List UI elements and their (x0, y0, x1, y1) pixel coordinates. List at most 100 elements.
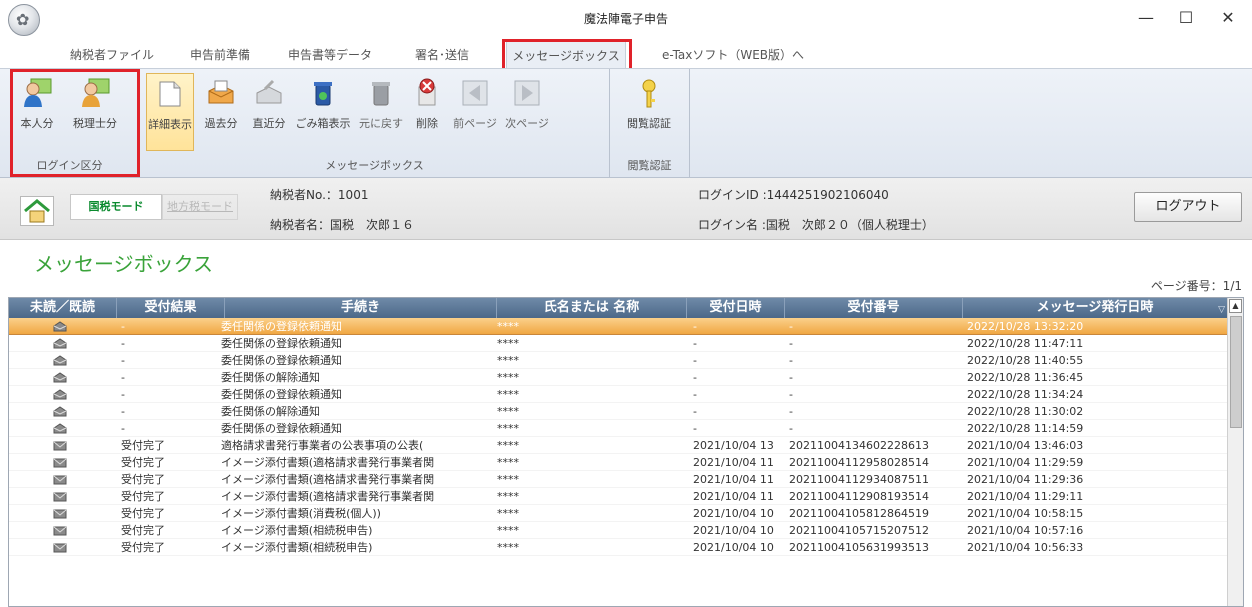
tab-return-data[interactable]: 申告書等データ (280, 44, 380, 66)
col-name[interactable]: 氏名または 名称 (497, 298, 687, 318)
table-row[interactable]: - 委任関係の登録依頼通知 **** - - 2022/10/28 13:32:20 (9, 318, 1227, 335)
arrow-right-icon (514, 80, 540, 106)
next-page-button[interactable]: 次ページ (502, 73, 552, 151)
table-row[interactable]: 受付完了 イメージ添付書類(適格請求書発行事業者関 **** 2021/10/04 1… (9, 471, 1227, 488)
national-tax-mode-button[interactable]: 国税モード (70, 194, 162, 220)
taxpayer-name: 納税者名：国税 次郎１６ (270, 218, 415, 232)
cell-date: 2021/10/04 13 (693, 439, 774, 452)
col-receipt-number[interactable]: 受付番号 (785, 298, 963, 318)
cell-issued: 2022/10/28 11:30:02 (967, 405, 1084, 418)
cell-date: - (693, 337, 697, 350)
inbox-recent-icon (256, 79, 282, 104)
login-name: ログイン名 :国税 次郎２０（個人税理士） (698, 218, 934, 232)
col-received-date[interactable]: 受付日時 (687, 298, 785, 318)
restore-label: 元に戻す (359, 117, 403, 130)
next-page-label: 次ページ (505, 117, 549, 130)
cell-date: 2021/10/04 10 (693, 541, 774, 554)
table-row[interactable]: 受付完了 イメージ添付書類(適格請求書発行事業者関 **** 2021/10/04 1… (9, 488, 1227, 505)
closed-envelope-icon (53, 458, 67, 468)
col-procedure[interactable]: 手続き (225, 298, 497, 318)
closed-envelope-icon (53, 492, 67, 502)
cell-procedure: イメージ添付書類(消費税(個人)) (221, 507, 381, 520)
close-button[interactable]: ✕ (1208, 6, 1248, 30)
cell-number: 20211004105812864519 (789, 507, 929, 520)
cell-status: 受付完了 (121, 456, 165, 469)
table-row[interactable]: - 委任関係の解除通知 **** - - 2022/10/28 11:36:45 (9, 369, 1227, 386)
cell-status: 受付完了 (121, 507, 165, 520)
past-button[interactable]: 過去分 (198, 73, 244, 151)
cell-number: 20211004112934087511 (789, 473, 929, 486)
trash-view-button[interactable]: ごみ箱表示 (292, 73, 354, 151)
open-envelope-icon (53, 372, 67, 383)
col-result[interactable]: 受付結果 (117, 298, 225, 318)
cell-number: 20211004112958028514 (789, 456, 929, 469)
table-row[interactable]: - 委任関係の登録依頼通知 **** - - 2022/10/28 11:14:59 (9, 420, 1227, 437)
prev-page-label: 前ページ (453, 117, 497, 130)
table-row[interactable]: 受付完了 イメージ添付書類(消費税(個人)) **** 2021/10/04 10 20… (9, 505, 1227, 522)
cell-date: 2021/10/04 11 (693, 456, 774, 469)
scroll-thumb[interactable] (1230, 316, 1242, 428)
closed-envelope-icon (53, 526, 67, 536)
delete-button[interactable]: 削除 (406, 73, 448, 151)
cell-status: 受付完了 (121, 473, 165, 486)
cell-issued: 2021/10/04 11:29:59 (967, 456, 1084, 469)
tab-pre-filing[interactable]: 申告前準備 (178, 44, 262, 66)
cell-issued: 2022/10/28 11:40:55 (967, 354, 1084, 367)
open-envelope-icon (53, 355, 67, 366)
view-auth-button[interactable]: 閲覧認証 (624, 73, 674, 151)
ribbon-group-message-box: 詳細表示 過去分 直近分 ごみ箱表示 元に戻す 削除 前ページ 次ページ メッセ… (140, 69, 610, 177)
closed-envelope-icon (53, 509, 67, 519)
table-row[interactable]: 受付完了 イメージ添付書類(相続税申告) **** 2021/10/04 10 2021… (9, 522, 1227, 539)
cell-name: **** (497, 541, 519, 554)
tab-sign-send[interactable]: 署名･送信 (400, 44, 484, 66)
table-row[interactable]: - 委任関係の登録依頼通知 **** - - 2022/10/28 11:47:11 (9, 335, 1227, 352)
prev-page-button[interactable]: 前ページ (450, 73, 500, 151)
ribbon: 本人分 税理士分 ログイン区分 詳細表示 過去分 直近分 ごみ箱表示 元に戻す … (0, 68, 1252, 178)
col-read-status[interactable]: 未読／既読 (9, 298, 117, 318)
logout-button[interactable]: ログアウト (1134, 192, 1242, 222)
cell-name: **** (497, 507, 519, 520)
taxpayer-number: 納税者No.：1001 (270, 188, 369, 202)
local-tax-mode-button[interactable]: 地方税モード (162, 194, 238, 220)
cell-name: **** (497, 456, 519, 469)
cell-procedure: イメージ添付書類(適格請求書発行事業者関 (221, 456, 435, 469)
tab-taxpayer-file[interactable]: 納税者ファイル (64, 44, 160, 66)
cell-issued: 2021/10/04 10:58:15 (967, 507, 1084, 520)
vertical-scrollbar[interactable]: ▲ (1227, 298, 1243, 606)
tab-etax-web[interactable]: e-Taxソフト（WEB版）へ (648, 44, 818, 66)
recent-button[interactable]: 直近分 (246, 73, 292, 151)
table-row[interactable]: 受付完了 イメージ添付書類(相続税申告) **** 2021/10/04 10 2021… (9, 539, 1227, 556)
cell-issued: 2021/10/04 10:56:33 (967, 541, 1084, 554)
home-button[interactable] (20, 196, 54, 226)
detail-view-button[interactable]: 詳細表示 (146, 73, 194, 151)
table-row[interactable]: 受付完了 適格請求書発行事業者の公表事項の公表(**** 2021/10/04 13… (9, 437, 1227, 454)
cell-procedure: 委任関係の登録依頼通知 (221, 388, 342, 401)
highlight-login-group (10, 69, 140, 177)
cell-name: **** (497, 337, 519, 350)
scroll-up-icon[interactable]: ▲ (1229, 299, 1242, 313)
cell-issued: 2021/10/04 11:29:36 (967, 473, 1084, 486)
table-row[interactable]: - 委任関係の登録依頼通知 **** - - 2022/10/28 11:40:55 (9, 352, 1227, 369)
trash-bin-icon (314, 82, 332, 106)
cell-issued: 2022/10/28 13:32:20 (967, 320, 1084, 333)
cell-name: **** (497, 405, 519, 418)
minimize-button[interactable]: — (1126, 6, 1166, 30)
cell-issued: 2021/10/04 11:29:11 (967, 490, 1084, 503)
sort-indicator-icon: ▽ (1218, 305, 1225, 315)
cell-number: - (789, 422, 793, 435)
cell-procedure: 委任関係の登録依頼通知 (221, 320, 342, 333)
cell-date: 2021/10/04 11 (693, 473, 774, 486)
closed-envelope-icon (53, 475, 67, 485)
cell-procedure: 委任関係の登録依頼通知 (221, 422, 342, 435)
cell-issued: 2022/10/28 11:47:11 (967, 337, 1084, 350)
message-table: 未読／既読 受付結果 手続き 氏名または 名称 受付日時 受付番号 メッセージ発… (8, 297, 1244, 607)
cell-date: - (693, 354, 697, 367)
table-row[interactable]: 受付完了 イメージ添付書類(適格請求書発行事業者関 **** 2021/10/04 1… (9, 454, 1227, 471)
maximize-button[interactable]: ☐ (1166, 6, 1206, 30)
table-row[interactable]: - 委任関係の登録依頼通知 **** - - 2022/10/28 11:34:24 (9, 386, 1227, 403)
table-row[interactable]: - 委任関係の解除通知 **** - - 2022/10/28 11:30:02 (9, 403, 1227, 420)
cell-name: **** (497, 524, 519, 537)
table-header: 未読／既読 受付結果 手続き 氏名または 名称 受付日時 受付番号 メッセージ発… (9, 298, 1227, 318)
restore-button[interactable]: 元に戻す (356, 73, 406, 151)
col-issued-date[interactable]: メッセージ発行日時 ▽ (963, 298, 1227, 318)
